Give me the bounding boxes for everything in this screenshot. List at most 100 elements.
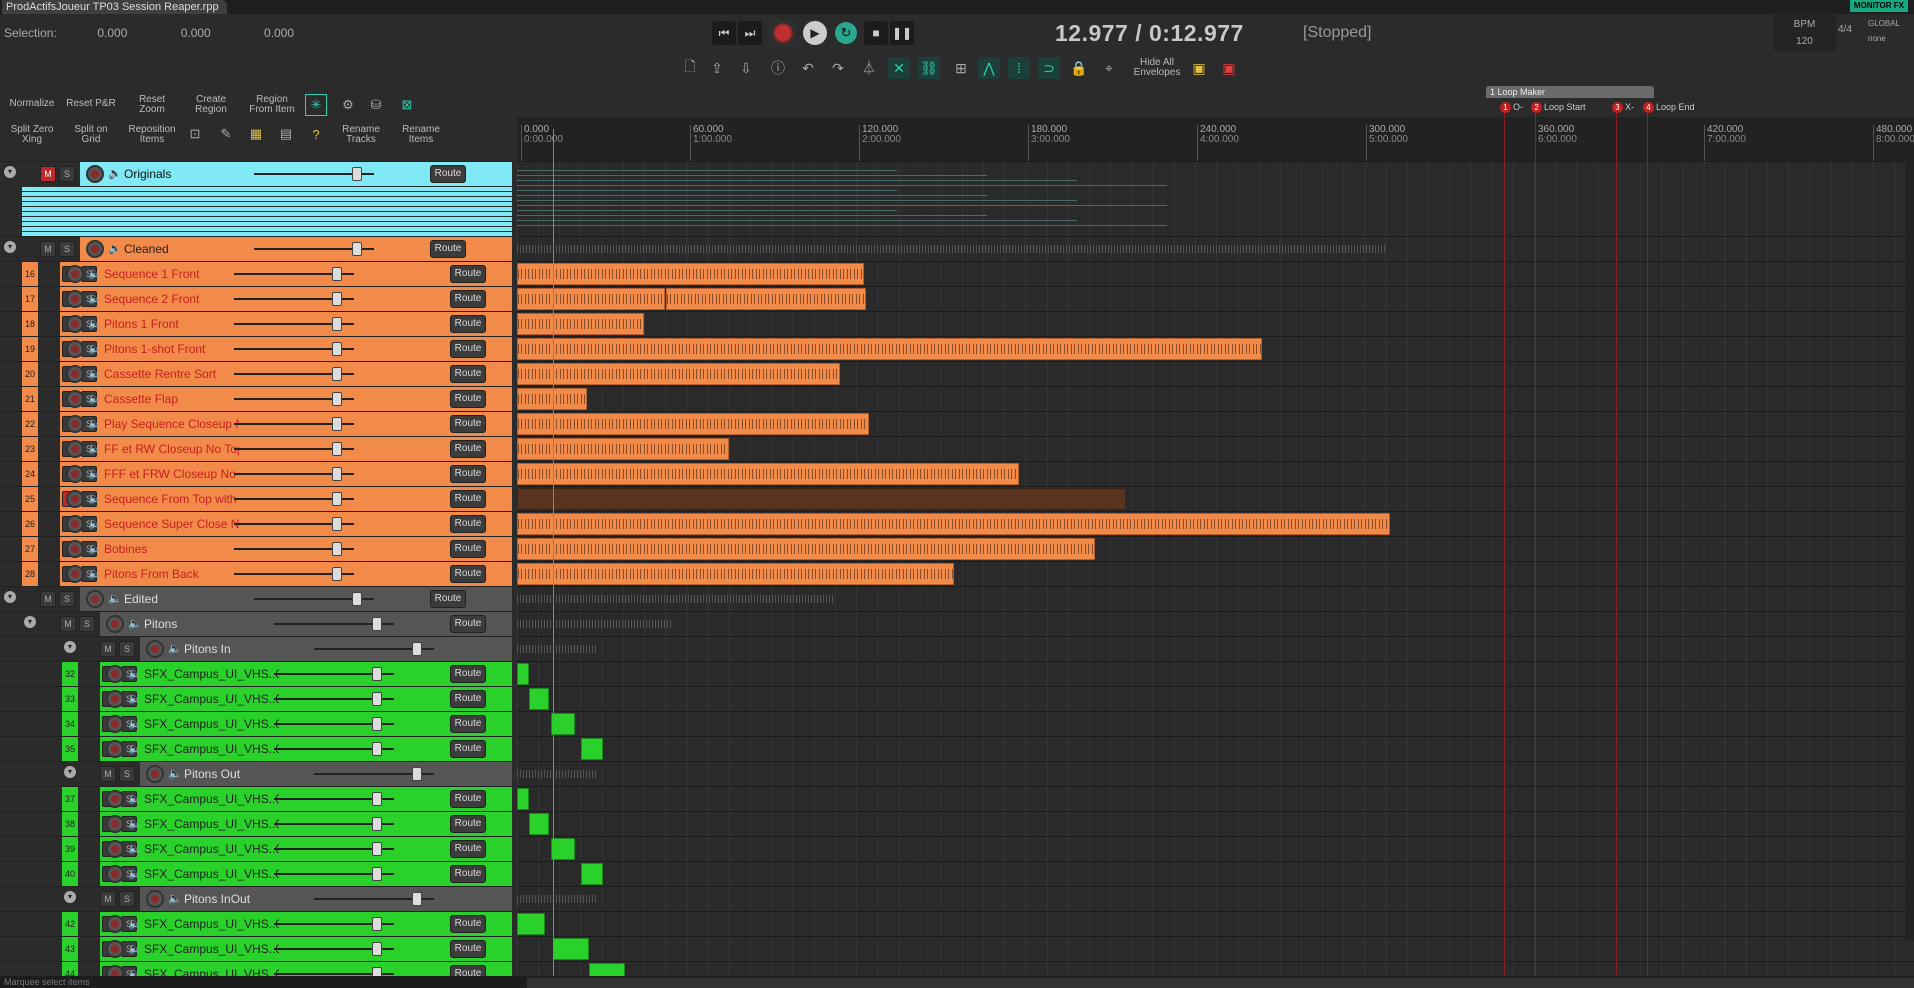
record-arm-button[interactable] xyxy=(106,965,124,976)
media-item[interactable] xyxy=(551,713,575,735)
volume-fader-knob[interactable] xyxy=(332,342,342,356)
media-item[interactable] xyxy=(529,688,549,710)
track-row[interactable]: 40MS🔈SFX_Campus_UI_VHS..04Route xyxy=(0,861,512,886)
volume-fader-knob[interactable] xyxy=(372,917,382,931)
media-item[interactable] xyxy=(517,788,529,810)
new-project-icon[interactable]: 🗋 xyxy=(679,57,701,79)
track-lane[interactable] xyxy=(517,586,1914,611)
record-arm-button[interactable] xyxy=(106,865,124,883)
record-arm-button[interactable] xyxy=(106,840,124,858)
mute-clear-icon[interactable]: ▣ xyxy=(1218,57,1240,79)
track-row[interactable]: 25MS🔈Sequence From Top withRoute xyxy=(0,486,512,511)
track-row[interactable]: ▾ M S 🔈 Pitons Route xyxy=(0,611,512,636)
track-row[interactable]: 17MS🔈Sequence 2 FrontRoute xyxy=(0,286,512,311)
volume-fader-knob[interactable] xyxy=(352,167,362,181)
rename-items-button[interactable]: Rename Items xyxy=(396,125,446,145)
global-override[interactable]: GLOBAL none xyxy=(1868,16,1900,46)
ripple-edit-icon[interactable]: ✕ xyxy=(888,57,910,79)
record-arm-button[interactable] xyxy=(146,640,164,658)
track-lane[interactable] xyxy=(517,836,1914,861)
volume-fader-knob[interactable] xyxy=(372,717,382,731)
track-row[interactable]: 33MS🔈SFX_Campus_UI_VHS..02Route xyxy=(0,686,512,711)
track-name[interactable]: SFX_Campus_UI_VHS..03 xyxy=(144,837,279,861)
route-button[interactable]: Route xyxy=(450,515,486,533)
track-lane[interactable] xyxy=(517,236,1914,261)
split-on-grid-button[interactable]: Split on Grid xyxy=(66,125,116,145)
volume-fader-knob[interactable] xyxy=(412,767,422,781)
project-tab[interactable]: ProdActifsJoueur TP03 Session Reaper.rpp xyxy=(2,0,227,14)
track-lane[interactable] xyxy=(517,786,1914,811)
speaker-icon[interactable]: 🔈 xyxy=(128,792,142,805)
track-row[interactable]: ▾ M S 🔈 Pitons InOut xyxy=(0,886,512,911)
media-item[interactable] xyxy=(517,588,833,610)
media-item[interactable] xyxy=(517,513,1390,535)
reset-pr-button[interactable]: Reset P&R xyxy=(63,99,119,109)
color-palette-icon[interactable]: ▦ xyxy=(245,123,267,145)
speaker-icon[interactable]: 🔈 xyxy=(128,917,142,930)
time-display[interactable]: 12.977 / 0:12.977 xyxy=(1055,20,1244,47)
media-item[interactable] xyxy=(517,413,869,435)
route-button[interactable]: Route xyxy=(450,840,486,858)
media-item[interactable] xyxy=(517,613,671,635)
record-arm-button[interactable] xyxy=(146,765,164,783)
track-name[interactable]: SFX_Campus_UI_VHS..02 xyxy=(144,812,279,836)
speaker-icon[interactable]: 🔈 xyxy=(88,392,102,405)
record-arm-button[interactable] xyxy=(106,715,124,733)
route-button[interactable]: Route xyxy=(450,790,486,808)
speaker-icon[interactable]: 🔈 xyxy=(88,342,102,355)
media-item[interactable] xyxy=(517,888,597,910)
track-lane[interactable] xyxy=(517,336,1914,361)
media-item[interactable] xyxy=(517,263,864,285)
speaker-icon[interactable]: 🔈 xyxy=(108,242,122,255)
record-arm-button[interactable] xyxy=(66,515,84,533)
media-item[interactable] xyxy=(551,838,575,860)
bpm-box[interactable]: BPM 120 xyxy=(1773,13,1836,51)
volume-fader-knob[interactable] xyxy=(372,942,382,956)
track-lane[interactable] xyxy=(517,661,1914,686)
folder-collapse-icon[interactable]: ▾ xyxy=(64,641,76,653)
media-item[interactable] xyxy=(529,813,549,835)
track-name[interactable]: SFX_Campus_UI_VHS..04 xyxy=(144,862,279,886)
record-arm-button[interactable] xyxy=(106,940,124,958)
volume-fader-knob[interactable] xyxy=(332,267,342,281)
track-row[interactable]: 19MS🔈Pitons 1-shot FrontRoute xyxy=(0,336,512,361)
track-lane[interactable] xyxy=(517,311,1914,336)
track-name[interactable]: Edited xyxy=(124,587,259,611)
track-lane[interactable] xyxy=(517,686,1914,711)
reposition-items-button[interactable]: Reposition Items xyxy=(124,125,180,145)
split-zero-xing-button[interactable]: Split Zero Xing xyxy=(4,125,60,145)
speaker-icon[interactable]: 🔈 xyxy=(128,942,142,955)
item-color-icon[interactable]: ▤ xyxy=(275,123,297,145)
snap-grid-icon[interactable]: ⁞ xyxy=(1008,57,1030,79)
record-arm-button[interactable] xyxy=(66,265,84,283)
speaker-icon[interactable]: 🔈 xyxy=(108,592,122,605)
folder-collapse-icon[interactable]: ▾ xyxy=(24,616,36,628)
record-arm-button[interactable] xyxy=(106,915,124,933)
track-lane[interactable] xyxy=(517,486,1914,511)
volume-fader-knob[interactable] xyxy=(332,317,342,331)
track-lane[interactable] xyxy=(517,361,1914,386)
route-button[interactable]: Route xyxy=(450,465,486,483)
track-name[interactable]: Sequence From Top with xyxy=(104,487,239,511)
track-row[interactable]: 16MS🔈Sequence 1 FrontRoute xyxy=(0,261,512,286)
track-row[interactable]: 38MS🔈SFX_Campus_UI_VHS..02Route xyxy=(0,811,512,836)
volume-fader-knob[interactable] xyxy=(372,742,382,756)
media-item[interactable] xyxy=(517,238,1387,260)
record-arm-button[interactable] xyxy=(66,565,84,583)
speaker-icon[interactable]: 🔈 xyxy=(88,317,102,330)
mute-button[interactable]: M xyxy=(60,616,76,632)
track-lane[interactable] xyxy=(517,461,1914,486)
track-row[interactable]: 35MS🔈SFX_Campus_UI_VHS..04Route xyxy=(0,736,512,761)
monitor-fx-button[interactable]: MONITOR FX xyxy=(1849,0,1908,12)
bpm-value[interactable]: 120 xyxy=(1773,33,1836,50)
selection-end[interactable]: 0.000 xyxy=(181,26,261,40)
volume-fader-knob[interactable] xyxy=(332,467,342,481)
media-item[interactable] xyxy=(517,463,1019,485)
track-row[interactable]: 43MS🔈SFX_Campus_UI_VHS..02Route xyxy=(0,936,512,961)
normalize-button[interactable]: Normalize xyxy=(4,99,60,109)
track-name[interactable]: Bobines xyxy=(104,537,239,561)
speaker-icon[interactable]: 🔈 xyxy=(88,567,102,580)
folder-collapse-icon[interactable]: ▾ xyxy=(4,241,16,253)
locking-icon[interactable]: ⊃ xyxy=(1038,57,1060,79)
track-lane[interactable] xyxy=(517,536,1914,561)
